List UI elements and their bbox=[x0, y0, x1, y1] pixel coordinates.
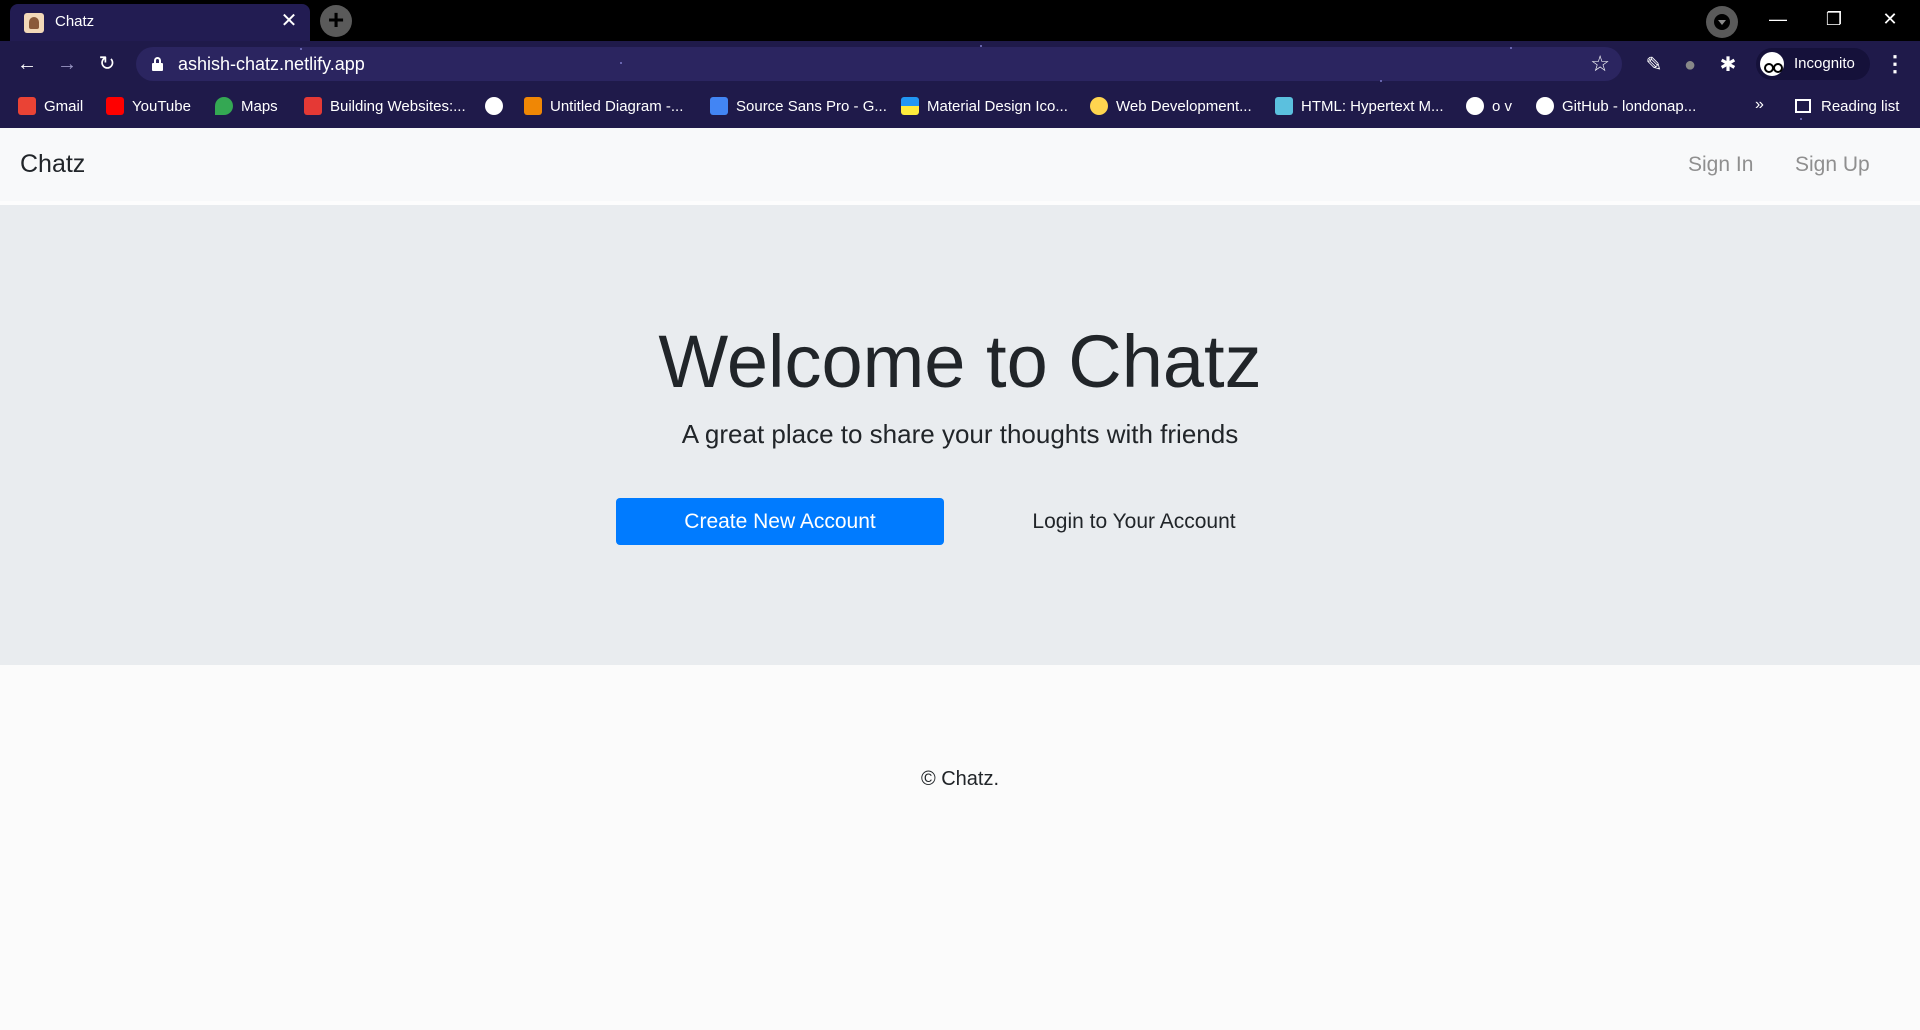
drawio-icon bbox=[524, 97, 542, 115]
bookmark-gmail[interactable]: Gmail bbox=[18, 96, 83, 118]
hero-section: Welcome to Chatz A great place to share … bbox=[0, 205, 1920, 665]
google-fonts-icon bbox=[710, 97, 728, 115]
bookmark-maps[interactable]: Maps bbox=[215, 96, 278, 118]
tab-strip: Chatz ✕ + — ❐ ✕ bbox=[0, 0, 1920, 41]
bookmarks-overflow-button[interactable]: » bbox=[1755, 96, 1764, 114]
pen-extension-icon[interactable]: ✎ bbox=[1642, 53, 1666, 77]
tab-search-icon[interactable] bbox=[1706, 6, 1738, 38]
globe-icon bbox=[485, 97, 503, 115]
web-page: Chatz Sign In Sign Up Welcome to Chatz A… bbox=[0, 128, 1920, 1030]
material-icon bbox=[901, 97, 919, 115]
mouse-extension-icon[interactable]: ● bbox=[1678, 53, 1702, 77]
site-footer: © Chatz. bbox=[920, 768, 1000, 790]
tab-title: Chatz bbox=[55, 13, 95, 30]
udemy-icon bbox=[304, 97, 322, 115]
reading-list-button[interactable]: Reading list bbox=[1795, 96, 1899, 118]
bookmark-html-mdn[interactable]: HTML: Hypertext M... bbox=[1275, 96, 1444, 118]
hero-title: Welcome to Chatz bbox=[658, 320, 1262, 403]
tab-chatz[interactable]: Chatz ✕ bbox=[10, 4, 310, 41]
bookmark-youtube[interactable]: YouTube bbox=[106, 96, 191, 118]
youtube-icon bbox=[106, 97, 124, 115]
browser-menu-icon[interactable]: ⋮ bbox=[1880, 49, 1910, 79]
bookmark-web-development[interactable]: Web Development... bbox=[1090, 96, 1252, 118]
site-brand[interactable]: Chatz bbox=[20, 150, 85, 179]
incognito-profile[interactable]: Incognito bbox=[1756, 48, 1870, 80]
favicon-icon bbox=[24, 13, 44, 33]
reload-icon[interactable]: ↻ bbox=[92, 49, 122, 79]
close-tab-icon[interactable]: ✕ bbox=[278, 10, 300, 32]
bookmark-untitled-diagram[interactable]: Untitled Diagram -... bbox=[524, 96, 683, 118]
url-text: ashish-chatz.netlify.app bbox=[178, 54, 365, 74]
close-window-button[interactable]: ✕ bbox=[1862, 0, 1918, 38]
bookmark-globe[interactable] bbox=[485, 96, 511, 118]
bookmarks-bar: Gmail YouTube Maps Building Websites:...… bbox=[0, 87, 1920, 128]
browser-chrome: Chatz ✕ + — ❐ ✕ ← → ↻ ashish-chatz.netli… bbox=[0, 0, 1920, 128]
site-navbar: Chatz Sign In Sign Up bbox=[0, 128, 1920, 205]
bookmark-star-icon[interactable]: ☆ bbox=[1590, 51, 1610, 77]
restore-button[interactable]: ❐ bbox=[1806, 0, 1862, 38]
incognito-icon bbox=[1760, 52, 1784, 76]
bookmark-ov[interactable]: o v bbox=[1466, 96, 1512, 118]
login-button[interactable]: Login to Your Account bbox=[1000, 498, 1268, 545]
web-dev-icon bbox=[1090, 97, 1108, 115]
sign-up-link[interactable]: Sign Up bbox=[1795, 153, 1870, 177]
new-tab-button[interactable]: + bbox=[320, 5, 352, 37]
lock-icon bbox=[152, 57, 163, 71]
incognito-label: Incognito bbox=[1794, 55, 1855, 72]
globe-icon bbox=[1466, 97, 1484, 115]
address-bar[interactable]: ashish-chatz.netlify.app ☆ bbox=[136, 47, 1622, 81]
minimize-button[interactable]: — bbox=[1750, 0, 1806, 38]
maps-pin-icon bbox=[215, 97, 233, 115]
forward-arrow-icon[interactable]: → bbox=[52, 49, 82, 79]
reading-list-icon bbox=[1795, 99, 1811, 113]
back-arrow-icon[interactable]: ← bbox=[12, 49, 42, 79]
sign-in-link[interactable]: Sign In bbox=[1688, 153, 1753, 177]
puzzle-extensions-icon[interactable]: ✱ bbox=[1716, 53, 1740, 77]
mdn-icon bbox=[1275, 97, 1293, 115]
hero-subtitle: A great place to share your thoughts wit… bbox=[681, 419, 1239, 449]
create-account-button[interactable]: Create New Account bbox=[616, 498, 944, 545]
bookmark-building-websites[interactable]: Building Websites:... bbox=[304, 96, 466, 118]
browser-toolbar: ← → ↻ ashish-chatz.netlify.app ☆ ✎ ● ✱ I… bbox=[0, 41, 1920, 87]
bookmark-material-design-icons[interactable]: Material Design Ico... bbox=[901, 96, 1068, 118]
github-icon bbox=[1536, 97, 1554, 115]
bookmark-github[interactable]: GitHub - londonap... bbox=[1536, 96, 1696, 118]
bookmark-source-sans-pro[interactable]: Source Sans Pro - G... bbox=[710, 96, 887, 118]
gmail-icon bbox=[18, 97, 36, 115]
